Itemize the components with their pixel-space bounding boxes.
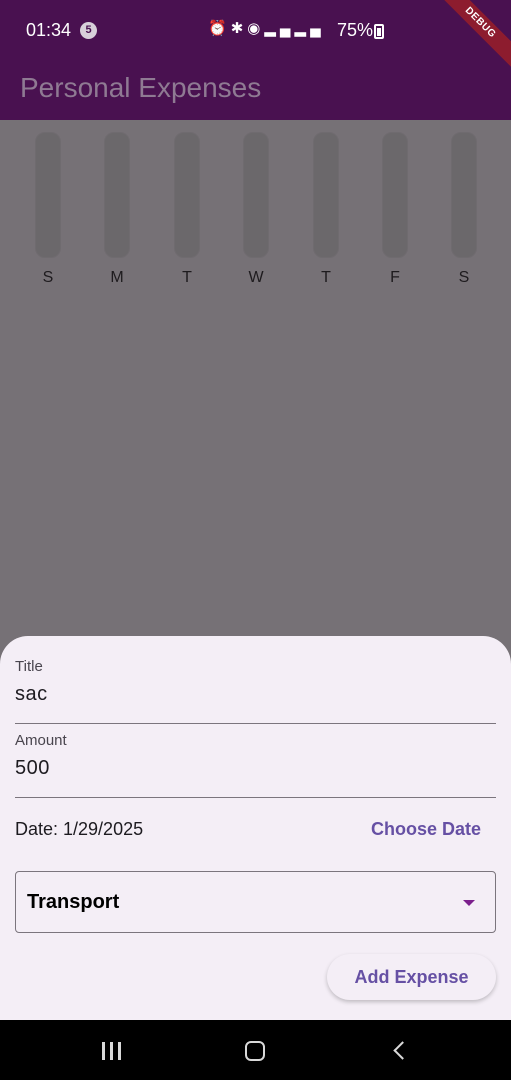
category-dropdown[interactable]: Transport: [15, 871, 496, 933]
choose-date-button[interactable]: Choose Date: [371, 819, 481, 840]
chart-bar: [104, 132, 130, 258]
chart-day-label: F: [390, 269, 400, 286]
chart-bar: [382, 132, 408, 258]
amount-field-value[interactable]: 500: [15, 757, 496, 780]
notification-count-badge: 5: [80, 22, 97, 39]
title-field-value[interactable]: sac: [15, 683, 496, 706]
chart-day-label: S: [458, 269, 470, 286]
alarm-icon: ⏰: [208, 20, 231, 37]
add-expense-sheet: Title sac Amount 500 Date: 1/29/2025 Cho…: [0, 636, 511, 1020]
category-selected-value: Transport: [27, 891, 120, 913]
title-field[interactable]: Title sac: [15, 658, 496, 724]
chart-bar: [243, 132, 269, 258]
chart-bar-column: W: [243, 132, 269, 286]
battery-percentage: 75%: [337, 20, 374, 40]
app-bar: Personal Expenses: [0, 60, 511, 120]
bluetooth-icon: ✱: [230, 20, 248, 37]
chart-day-label: W: [248, 269, 264, 286]
add-expense-button[interactable]: Add Expense: [327, 954, 496, 1000]
app-title: Personal Expenses: [20, 72, 262, 103]
chart-bar: [313, 132, 339, 258]
signal-icon: ▂▄: [294, 20, 325, 37]
status-bar: 01:34 5 ⏰✱◉▂▄▂▄ 75%: [0, 0, 511, 60]
chart-day-label: T: [321, 269, 331, 286]
recents-icon[interactable]: [102, 1042, 122, 1060]
chart-bar-column: S: [35, 132, 61, 286]
chart-day-label: S: [42, 269, 54, 286]
chart-bar-column: S: [451, 132, 477, 286]
chart-bar-column: T: [174, 132, 200, 286]
chart-bar-column: M: [104, 132, 130, 286]
chart-bar: [451, 132, 477, 258]
chart-day-label: M: [110, 269, 124, 286]
back-icon[interactable]: [392, 1041, 406, 1061]
weekly-chart: SMTWTFS: [0, 120, 511, 300]
chart-bar: [174, 132, 200, 258]
chart-bar-column: F: [382, 132, 408, 286]
dropdown-arrow-icon: [463, 900, 475, 906]
amount-field[interactable]: Amount 500: [15, 732, 496, 798]
home-icon[interactable]: [245, 1041, 265, 1061]
status-icons: ⏰✱◉▂▄▂▄: [208, 19, 325, 37]
battery-icon: [374, 24, 384, 39]
system-nav-bar: [0, 1020, 511, 1080]
signal-icon: ▂▄: [264, 20, 295, 37]
chart-bar-column: T: [313, 132, 339, 286]
chart-day-label: T: [182, 269, 192, 286]
chart-bar: [35, 132, 61, 258]
hotspot-icon: ◉: [247, 20, 265, 37]
amount-field-label: Amount: [15, 732, 67, 749]
title-field-label: Title: [15, 658, 43, 675]
selected-date-text: Date: 1/29/2025: [15, 819, 144, 839]
status-time: 01:34: [26, 20, 72, 40]
